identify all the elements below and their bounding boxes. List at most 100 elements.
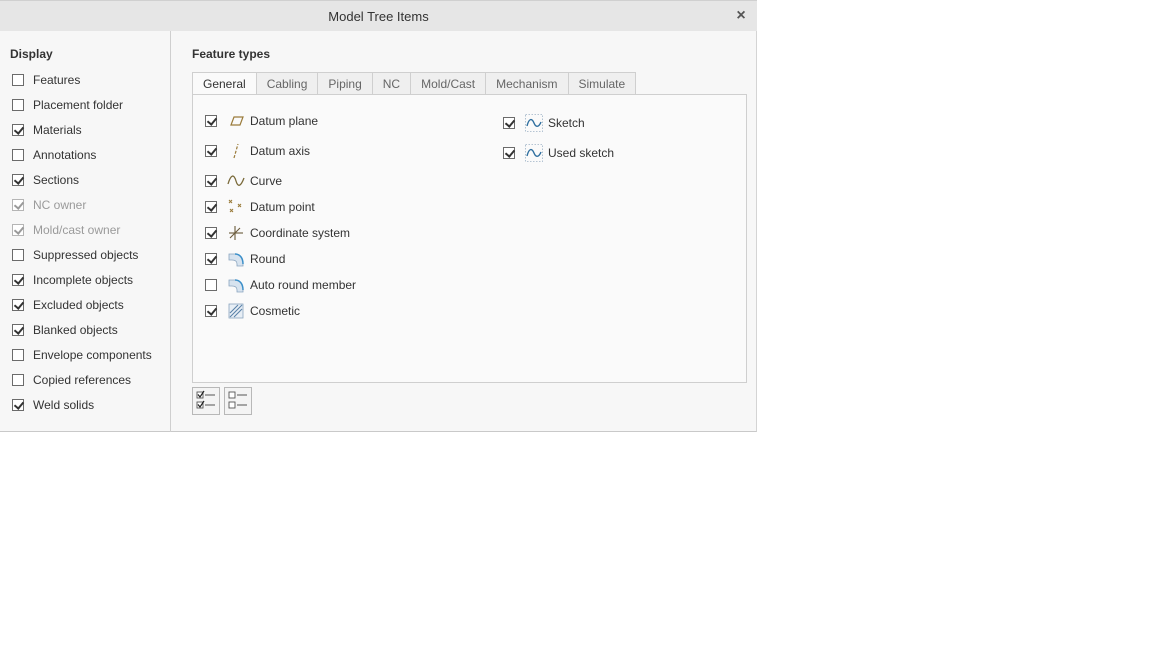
tab-mold-cast[interactable]: Mold/Cast: [411, 72, 487, 95]
display-item-envelope-components[interactable]: Envelope components: [12, 346, 152, 364]
checkbox[interactable]: [12, 324, 24, 336]
feature-type-tabs: General Cabling Piping NC Mold/Cast Mech…: [192, 72, 637, 95]
tab-cabling[interactable]: Cabling: [256, 72, 319, 95]
feature-item-cosmetic[interactable]: Cosmetic: [205, 301, 300, 321]
checkbox[interactable]: [205, 201, 217, 213]
datum-point-icon: [227, 198, 245, 216]
feature-item-used-sketch[interactable]: Used sketch: [503, 143, 614, 163]
feature-label: Round: [250, 252, 286, 266]
feature-item-datum-axis[interactable]: Datum axis: [205, 141, 310, 161]
auto-round-member-icon: [227, 276, 245, 294]
checkbox[interactable]: [205, 305, 217, 317]
checkbox-label: Incomplete objects: [33, 273, 134, 287]
select-all-button[interactable]: [192, 387, 220, 415]
display-item-materials[interactable]: Materials: [12, 121, 82, 139]
checkbox-label: Blanked objects: [33, 323, 118, 337]
feature-label: Used sketch: [548, 146, 615, 160]
display-item-mold-cast-owner: Mold/cast owner: [12, 221, 120, 239]
feature-item-datum-point[interactable]: Datum point: [205, 197, 315, 217]
checkbox[interactable]: [205, 145, 217, 157]
feature-label: Coordinate system: [250, 226, 351, 240]
display-item-sections[interactable]: Sections: [12, 171, 79, 189]
feature-item-curve[interactable]: Curve: [205, 171, 282, 191]
checkbox[interactable]: [12, 174, 24, 186]
curve-icon: [227, 172, 245, 190]
feature-item-coordinate-system[interactable]: Coordinate system: [205, 223, 350, 243]
tab-general[interactable]: General: [192, 72, 257, 95]
model-tree-items-dialog: Model Tree Items × Display Features Plac…: [0, 0, 757, 432]
feature-label: Cosmetic: [250, 304, 301, 318]
checkbox-label: NC owner: [33, 198, 87, 212]
feature-item-round[interactable]: Round: [205, 249, 285, 269]
checkbox[interactable]: [12, 149, 24, 161]
display-item-annotations[interactable]: Annotations: [12, 146, 96, 164]
feature-label: Auto round member: [250, 278, 357, 292]
round-icon: [227, 250, 245, 268]
checkbox-label: Materials: [33, 123, 82, 137]
feature-label: Datum point: [250, 200, 315, 214]
checkbox[interactable]: [205, 279, 217, 291]
display-item-copied-references[interactable]: Copied references: [12, 371, 131, 389]
checkbox[interactable]: [205, 115, 217, 127]
tab-nc[interactable]: NC: [372, 72, 412, 95]
checkbox[interactable]: [12, 74, 24, 86]
display-item-placement-folder[interactable]: Placement folder: [12, 96, 123, 114]
display-item-features[interactable]: Features: [12, 71, 80, 89]
feature-label: Sketch: [548, 116, 585, 130]
display-item-blanked-objects[interactable]: Blanked objects: [12, 321, 118, 339]
checkbox[interactable]: [12, 299, 24, 311]
feature-item-datum-plane[interactable]: Datum plane: [205, 111, 318, 131]
checkbox[interactable]: [205, 175, 217, 187]
close-icon[interactable]: ×: [733, 7, 749, 25]
checkbox-label: Features: [33, 73, 81, 87]
datum-plane-icon: [227, 112, 245, 130]
checkbox[interactable]: [12, 124, 24, 136]
feature-label: Datum plane: [250, 114, 319, 128]
checkbox-label: Annotations: [33, 148, 97, 162]
sketch-icon: [525, 114, 543, 132]
clear-all-icon: [227, 389, 249, 414]
checkbox[interactable]: [12, 374, 24, 386]
title-bar[interactable]: Model Tree Items ×: [0, 0, 757, 31]
checkbox: [12, 199, 24, 211]
checkbox[interactable]: [12, 399, 24, 411]
checkbox[interactable]: [12, 249, 24, 261]
checkbox[interactable]: [205, 227, 217, 239]
checkbox[interactable]: [12, 274, 24, 286]
checkbox-label: Copied references: [33, 373, 132, 387]
checkbox[interactable]: [503, 117, 515, 129]
checkbox-label: Excluded objects: [33, 298, 124, 312]
checkbox[interactable]: [503, 147, 515, 159]
feature-label: Datum axis: [250, 144, 311, 158]
feature-item-sketch[interactable]: Sketch: [503, 113, 585, 133]
checkbox-label: Weld solids: [33, 398, 95, 412]
display-item-excluded-objects[interactable]: Excluded objects: [12, 296, 124, 314]
checkbox-label: Placement folder: [33, 98, 124, 112]
display-item-incomplete-objects[interactable]: Incomplete objects: [12, 271, 133, 289]
coordinate-system-icon: [227, 224, 245, 242]
tab-simulate[interactable]: Simulate: [568, 72, 637, 95]
used-sketch-icon: [525, 144, 543, 162]
clear-all-button[interactable]: [224, 387, 252, 415]
dialog-title: Model Tree Items: [328, 9, 429, 24]
checkbox-label: Sections: [33, 173, 80, 187]
checkbox-label: Envelope components: [33, 348, 152, 362]
datum-axis-icon: [227, 142, 245, 160]
display-item-nc-owner: NC owner: [12, 196, 86, 214]
feature-item-auto-round-member[interactable]: Auto round member: [205, 275, 356, 295]
display-item-weld-solids[interactable]: Weld solids: [12, 396, 94, 414]
checkbox[interactable]: [12, 349, 24, 361]
select-all-icon: [195, 389, 217, 414]
feature-label: Curve: [250, 174, 283, 188]
checkbox-label: Mold/cast owner: [33, 223, 121, 237]
cosmetic-icon: [227, 302, 245, 320]
tab-mechanism[interactable]: Mechanism: [486, 72, 569, 95]
checkbox[interactable]: [12, 99, 24, 111]
display-item-suppressed-objects[interactable]: Suppressed objects: [12, 246, 138, 264]
feature-types-title: Feature types: [192, 47, 271, 61]
checkbox[interactable]: [205, 253, 217, 265]
tab-piping[interactable]: Piping: [318, 72, 373, 95]
display-section-title: Display: [10, 47, 53, 61]
checkbox-label: Suppressed objects: [33, 248, 139, 262]
checkbox: [12, 224, 24, 236]
